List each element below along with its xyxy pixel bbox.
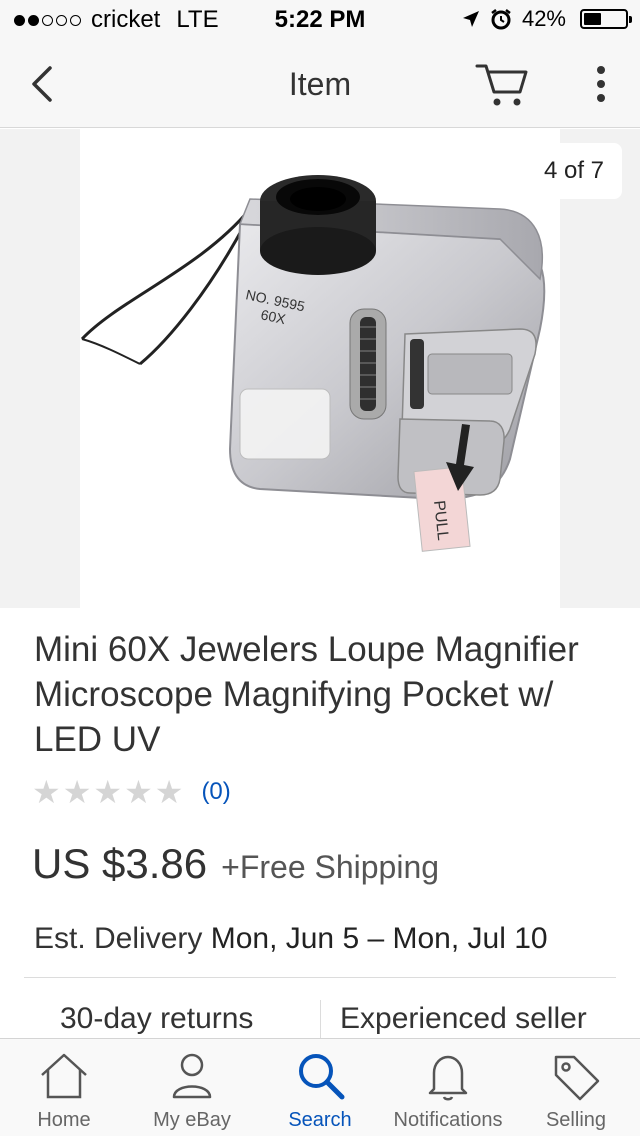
- image-gallery[interactable]: NO. 9595 60X PULL 4 of 7: [0, 129, 640, 608]
- tag-icon: [554, 1055, 600, 1101]
- status-right: 42%: [462, 6, 632, 32]
- user-icon: [172, 1053, 212, 1099]
- seller-badge: Experienced seller: [340, 1002, 587, 1035]
- alarm-icon: [491, 9, 511, 30]
- delivery-dates: Mon, Jun 5 – Mon, Jul 10: [210, 922, 548, 955]
- status-bar: cricket LTE 5:22 PM 42%: [0, 0, 640, 40]
- more-vertical-icon: [597, 66, 605, 102]
- rating-row[interactable]: ★ ★ ★ ★ ★ (0): [32, 776, 231, 808]
- divider: [24, 977, 616, 978]
- cart-icon: [475, 64, 528, 106]
- shipping-info: +Free Shipping: [221, 849, 440, 885]
- tab-label: My eBay: [153, 1109, 231, 1131]
- product-image[interactable]: NO. 9595 60X PULL: [80, 129, 560, 608]
- search-icon: [299, 1054, 345, 1100]
- bell-icon: [428, 1055, 468, 1101]
- image-counter: 4 of 7: [525, 143, 622, 199]
- price-row: US $3.86 +Free Shipping: [32, 840, 439, 888]
- tab-my-ebay[interactable]: My eBay: [128, 1039, 256, 1136]
- star-icon: ★: [93, 774, 123, 810]
- item-title: Mini 60X Jewelers Loupe Magnifier Micros…: [34, 630, 579, 759]
- location-arrow-icon: [462, 11, 479, 27]
- review-count-link[interactable]: (0): [201, 778, 230, 806]
- returns-policy: 30-day returns: [60, 1002, 254, 1035]
- star-icon: ★: [124, 774, 153, 810]
- tab-label: Selling: [545, 1109, 607, 1131]
- star-icon: ★: [32, 774, 61, 810]
- battery-icon: [580, 9, 632, 29]
- tab-search[interactable]: Search: [256, 1039, 384, 1136]
- tab-bar: Home My eBay Search Notifications Sellin…: [0, 1038, 640, 1136]
- nav-bar: Item: [0, 40, 640, 128]
- tab-home[interactable]: Home: [0, 1039, 128, 1136]
- estimated-delivery: Est. Delivery Mon, Jun 5 – Mon, Jul 10: [34, 922, 548, 956]
- microscope-illustration: NO. 9595 60X PULL: [80, 175, 546, 552]
- vertical-divider: [320, 1000, 321, 1038]
- tab-label: Notifications: [393, 1109, 503, 1131]
- page-title: Item: [288, 66, 352, 102]
- delivery-label: Est. Delivery: [34, 922, 203, 955]
- star-icon: ★: [62, 774, 92, 810]
- more-options-button[interactable]: [586, 62, 616, 106]
- tab-selling[interactable]: Selling: [512, 1039, 640, 1136]
- home-icon: [41, 1053, 87, 1099]
- tab-notifications[interactable]: Notifications: [384, 1039, 512, 1136]
- battery-percent: 42%: [521, 6, 566, 31]
- tab-label: Search: [288, 1109, 352, 1131]
- tab-label: Home: [37, 1109, 91, 1131]
- item-price: US $3.86: [32, 840, 208, 887]
- cart-button[interactable]: [474, 60, 530, 110]
- star-icon: ★: [154, 774, 184, 810]
